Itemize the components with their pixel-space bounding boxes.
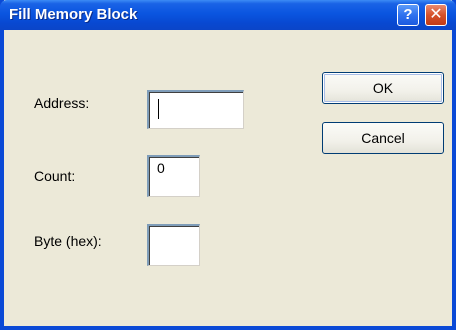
close-button[interactable]: ✕ (425, 4, 447, 26)
count-field[interactable]: 0 (147, 155, 200, 197)
fill-memory-block-dialog: Fill Memory Block ? ✕ Address: Count: 0 … (0, 0, 456, 330)
address-field[interactable] (147, 90, 244, 129)
question-mark-icon: ? (403, 6, 413, 23)
cancel-button[interactable]: Cancel (322, 122, 444, 154)
byte-hex-label: Byte (hex): (34, 233, 102, 249)
address-label: Address: (34, 95, 90, 111)
count-label: Count: (34, 168, 76, 184)
close-icon: ✕ (429, 6, 443, 23)
byte-hex-field[interactable] (147, 224, 200, 266)
ok-button[interactable]: OK (322, 72, 444, 104)
help-button[interactable]: ? (397, 4, 419, 26)
count-value: 0 (157, 160, 165, 176)
title-bar[interactable]: Fill Memory Block ? ✕ (0, 0, 456, 30)
dialog-title: Fill Memory Block (9, 6, 138, 23)
text-caret (158, 99, 159, 119)
